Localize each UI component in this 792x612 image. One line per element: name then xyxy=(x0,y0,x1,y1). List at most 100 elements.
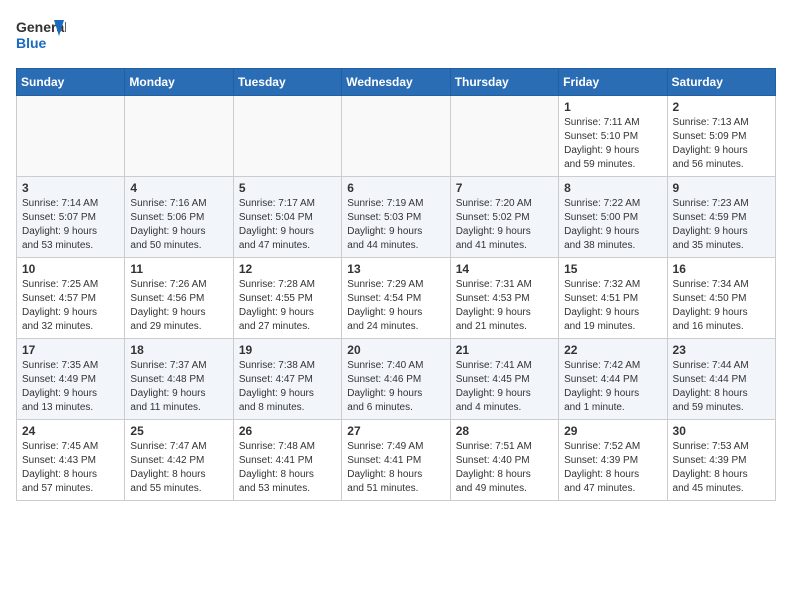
day-info: Sunrise: 7:28 AM Sunset: 4:55 PM Dayligh… xyxy=(239,278,336,334)
day-number: 9 xyxy=(673,181,770,195)
day-number: 29 xyxy=(564,424,661,438)
day-info: Sunrise: 7:32 AM Sunset: 4:51 PM Dayligh… xyxy=(564,278,661,334)
day-info: Sunrise: 7:40 AM Sunset: 4:46 PM Dayligh… xyxy=(347,359,444,415)
day-number: 11 xyxy=(130,262,227,276)
weekday-header-sunday: Sunday xyxy=(17,69,125,96)
calendar-table: SundayMondayTuesdayWednesdayThursdayFrid… xyxy=(16,68,776,501)
day-info: Sunrise: 7:35 AM Sunset: 4:49 PM Dayligh… xyxy=(22,359,119,415)
weekday-header-row: SundayMondayTuesdayWednesdayThursdayFrid… xyxy=(17,69,776,96)
day-info: Sunrise: 7:47 AM Sunset: 4:42 PM Dayligh… xyxy=(130,440,227,496)
day-number: 14 xyxy=(456,262,553,276)
calendar-cell xyxy=(342,96,450,177)
calendar-cell: 19 Sunrise: 7:38 AM Sunset: 4:47 PM Dayli… xyxy=(233,339,341,420)
day-info: Sunrise: 7:53 AM Sunset: 4:39 PM Dayligh… xyxy=(673,440,770,496)
svg-text:Blue: Blue xyxy=(16,35,47,51)
calendar-cell: 29 Sunrise: 7:52 AM Sunset: 4:39 PM Dayli… xyxy=(559,420,667,501)
calendar-cell: 2 Sunrise: 7:13 AM Sunset: 5:09 PM Daylig… xyxy=(667,96,775,177)
day-number: 2 xyxy=(673,100,770,114)
calendar-cell xyxy=(125,96,233,177)
week-row-5: 24 Sunrise: 7:45 AM Sunset: 4:43 PM Dayli… xyxy=(17,420,776,501)
calendar-cell: 3Sunrise: 7:14 AM Sunset: 5:07 PM Daylig… xyxy=(17,177,125,258)
day-number: 18 xyxy=(130,343,227,357)
weekday-header-saturday: Saturday xyxy=(667,69,775,96)
weekday-header-friday: Friday xyxy=(559,69,667,96)
day-info: Sunrise: 7:29 AM Sunset: 4:54 PM Dayligh… xyxy=(347,278,444,334)
calendar-cell: 10 Sunrise: 7:25 AM Sunset: 4:57 PM Dayli… xyxy=(17,258,125,339)
calendar-cell: 24 Sunrise: 7:45 AM Sunset: 4:43 PM Dayli… xyxy=(17,420,125,501)
day-info: Sunrise: 7:19 AM Sunset: 5:03 PM Dayligh… xyxy=(347,197,444,253)
day-info: Sunrise: 7:38 AM Sunset: 4:47 PM Dayligh… xyxy=(239,359,336,415)
calendar-cell: 23 Sunrise: 7:44 AM Sunset: 4:44 PM Dayli… xyxy=(667,339,775,420)
calendar-cell xyxy=(233,96,341,177)
week-row-4: 17 Sunrise: 7:35 AM Sunset: 4:49 PM Dayli… xyxy=(17,339,776,420)
day-info: Sunrise: 7:49 AM Sunset: 4:41 PM Dayligh… xyxy=(347,440,444,496)
day-number: 28 xyxy=(456,424,553,438)
calendar-cell: 13 Sunrise: 7:29 AM Sunset: 4:54 PM Dayli… xyxy=(342,258,450,339)
day-number: 10 xyxy=(22,262,119,276)
day-number: 7 xyxy=(456,181,553,195)
day-number: 27 xyxy=(347,424,444,438)
calendar-cell: 16 Sunrise: 7:34 AM Sunset: 4:50 PM Dayli… xyxy=(667,258,775,339)
day-number: 17 xyxy=(22,343,119,357)
day-info: Sunrise: 7:26 AM Sunset: 4:56 PM Dayligh… xyxy=(130,278,227,334)
day-number: 8 xyxy=(564,181,661,195)
header: GeneralBlue xyxy=(16,16,776,56)
day-info: Sunrise: 7:22 AM Sunset: 5:00 PM Dayligh… xyxy=(564,197,661,253)
day-info: Sunrise: 7:20 AM Sunset: 5:02 PM Dayligh… xyxy=(456,197,553,253)
calendar-cell: 18 Sunrise: 7:37 AM Sunset: 4:48 PM Dayli… xyxy=(125,339,233,420)
day-number: 13 xyxy=(347,262,444,276)
calendar-cell: 1Sunrise: 7:11 AM Sunset: 5:10 PM Daylig… xyxy=(559,96,667,177)
day-info: Sunrise: 7:48 AM Sunset: 4:41 PM Dayligh… xyxy=(239,440,336,496)
day-number: 23 xyxy=(673,343,770,357)
week-row-2: 3Sunrise: 7:14 AM Sunset: 5:07 PM Daylig… xyxy=(17,177,776,258)
calendar-cell: 25 Sunrise: 7:47 AM Sunset: 4:42 PM Dayli… xyxy=(125,420,233,501)
weekday-header-monday: Monday xyxy=(125,69,233,96)
calendar-cell xyxy=(17,96,125,177)
day-number: 16 xyxy=(673,262,770,276)
day-number: 25 xyxy=(130,424,227,438)
day-number: 30 xyxy=(673,424,770,438)
calendar-cell: 14Sunrise: 7:31 AM Sunset: 4:53 PM Dayli… xyxy=(450,258,558,339)
day-info: Sunrise: 7:44 AM Sunset: 4:44 PM Dayligh… xyxy=(673,359,770,415)
calendar-cell: 7 Sunrise: 7:20 AM Sunset: 5:02 PM Daylig… xyxy=(450,177,558,258)
calendar-cell: 21Sunrise: 7:41 AM Sunset: 4:45 PM Dayli… xyxy=(450,339,558,420)
day-info: Sunrise: 7:52 AM Sunset: 4:39 PM Dayligh… xyxy=(564,440,661,496)
day-info: Sunrise: 7:45 AM Sunset: 4:43 PM Dayligh… xyxy=(22,440,119,496)
day-number: 19 xyxy=(239,343,336,357)
calendar-cell: 27 Sunrise: 7:49 AM Sunset: 4:41 PM Dayli… xyxy=(342,420,450,501)
day-info: Sunrise: 7:34 AM Sunset: 4:50 PM Dayligh… xyxy=(673,278,770,334)
weekday-header-thursday: Thursday xyxy=(450,69,558,96)
day-info: Sunrise: 7:17 AM Sunset: 5:04 PM Dayligh… xyxy=(239,197,336,253)
day-number: 6 xyxy=(347,181,444,195)
day-info: Sunrise: 7:25 AM Sunset: 4:57 PM Dayligh… xyxy=(22,278,119,334)
week-row-3: 10 Sunrise: 7:25 AM Sunset: 4:57 PM Dayli… xyxy=(17,258,776,339)
calendar-cell xyxy=(450,96,558,177)
calendar-cell: 12 Sunrise: 7:28 AM Sunset: 4:55 PM Dayli… xyxy=(233,258,341,339)
day-info: Sunrise: 7:13 AM Sunset: 5:09 PM Dayligh… xyxy=(673,116,770,172)
calendar-cell: 5Sunrise: 7:17 AM Sunset: 5:04 PM Daylig… xyxy=(233,177,341,258)
day-info: Sunrise: 7:51 AM Sunset: 4:40 PM Dayligh… xyxy=(456,440,553,496)
day-number: 15 xyxy=(564,262,661,276)
logo: GeneralBlue xyxy=(16,16,66,56)
calendar-cell: 22Sunrise: 7:42 AM Sunset: 4:44 PM Dayli… xyxy=(559,339,667,420)
day-info: Sunrise: 7:41 AM Sunset: 4:45 PM Dayligh… xyxy=(456,359,553,415)
day-number: 22 xyxy=(564,343,661,357)
day-info: Sunrise: 7:23 AM Sunset: 4:59 PM Dayligh… xyxy=(673,197,770,253)
day-number: 12 xyxy=(239,262,336,276)
calendar-cell: 15 Sunrise: 7:32 AM Sunset: 4:51 PM Dayli… xyxy=(559,258,667,339)
day-info: Sunrise: 7:16 AM Sunset: 5:06 PM Dayligh… xyxy=(130,197,227,253)
calendar-cell: 8 Sunrise: 7:22 AM Sunset: 5:00 PM Daylig… xyxy=(559,177,667,258)
day-info: Sunrise: 7:37 AM Sunset: 4:48 PM Dayligh… xyxy=(130,359,227,415)
calendar-cell: 30 Sunrise: 7:53 AM Sunset: 4:39 PM Dayli… xyxy=(667,420,775,501)
calendar-cell: 9 Sunrise: 7:23 AM Sunset: 4:59 PM Daylig… xyxy=(667,177,775,258)
calendar-cell: 26 Sunrise: 7:48 AM Sunset: 4:41 PM Dayli… xyxy=(233,420,341,501)
calendar-cell: 4Sunrise: 7:16 AM Sunset: 5:06 PM Daylig… xyxy=(125,177,233,258)
day-number: 26 xyxy=(239,424,336,438)
day-number: 24 xyxy=(22,424,119,438)
weekday-header-wednesday: Wednesday xyxy=(342,69,450,96)
calendar-cell: 20Sunrise: 7:40 AM Sunset: 4:46 PM Dayli… xyxy=(342,339,450,420)
calendar-cell: 6 Sunrise: 7:19 AM Sunset: 5:03 PM Daylig… xyxy=(342,177,450,258)
weekday-header-tuesday: Tuesday xyxy=(233,69,341,96)
week-row-1: 1Sunrise: 7:11 AM Sunset: 5:10 PM Daylig… xyxy=(17,96,776,177)
page-container: GeneralBlue SundayMondayTuesdayWednesday… xyxy=(0,0,792,509)
